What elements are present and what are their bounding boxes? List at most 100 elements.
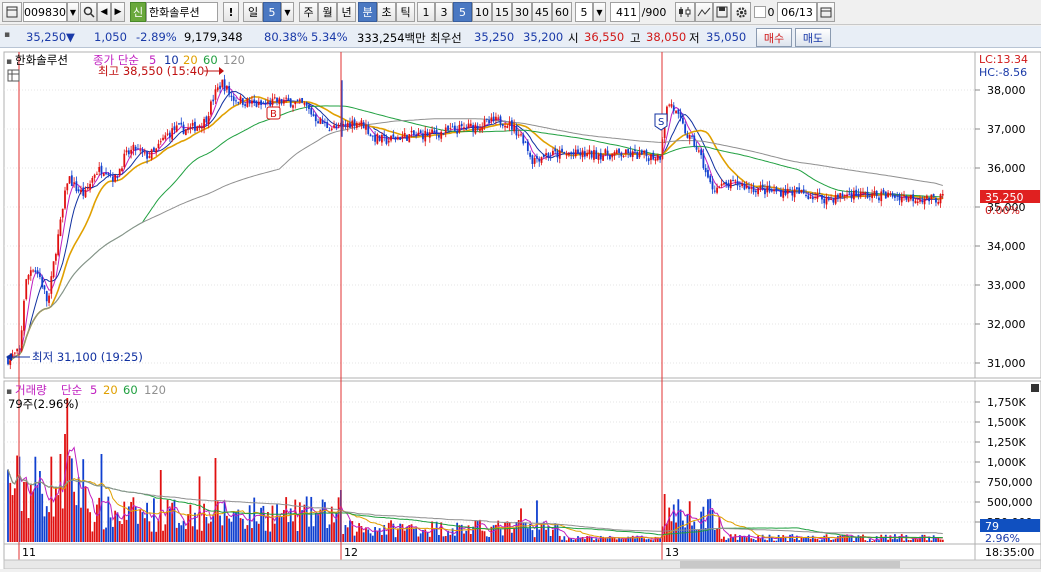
- candle-body: [900, 196, 903, 203]
- candle-body: [816, 193, 819, 199]
- interval-1-button[interactable]: 1: [417, 2, 435, 22]
- interval-30-button[interactable]: 30: [512, 2, 532, 22]
- candle-body: [764, 189, 766, 195]
- interval-45-button[interactable]: 45: [532, 2, 552, 22]
- candle-body: [91, 178, 94, 183]
- candle-body: [887, 192, 889, 198]
- volume-bar: [25, 481, 28, 542]
- interval-60-button[interactable]: 60: [552, 2, 572, 22]
- period-day-button[interactable]: 일: [243, 2, 263, 22]
- volume-bar: [884, 534, 887, 542]
- minute-button[interactable]: 분: [358, 2, 377, 22]
- volume-bar: [59, 454, 62, 542]
- candle-body: [770, 190, 773, 192]
- candle-body: [761, 184, 764, 188]
- candle-body: [292, 105, 294, 108]
- candle-body: [419, 130, 422, 134]
- volume-bar: [175, 527, 178, 542]
- candle-body: [522, 134, 525, 144]
- week-button[interactable]: 주: [299, 2, 318, 22]
- candle-body: [757, 188, 760, 195]
- volume-bar: [228, 518, 231, 542]
- volume-bar: [613, 538, 616, 542]
- volume-bar: [593, 540, 595, 542]
- volume-bar: [536, 500, 538, 542]
- candle-body: [704, 168, 707, 173]
- prev-stock-icon[interactable]: ◀: [97, 2, 111, 22]
- code-dropdown-icon[interactable]: ▼: [67, 2, 79, 22]
- price-tick-label: 32,000: [987, 318, 1026, 331]
- volume-bar: [314, 512, 317, 542]
- period-num-button[interactable]: 5: [263, 2, 281, 22]
- volume-bar: [668, 507, 671, 542]
- volume-bar: [173, 499, 176, 542]
- volume-bar: [868, 539, 871, 542]
- count-dropdown-icon[interactable]: ▼: [593, 2, 606, 22]
- volume-tick-label: 1,750K: [987, 396, 1026, 409]
- period-dropdown-icon[interactable]: ▼: [281, 2, 294, 22]
- volume-bar: [146, 502, 148, 542]
- candle-body: [896, 195, 899, 197]
- volume-bar: [784, 537, 787, 542]
- year-button[interactable]: 년: [337, 2, 356, 22]
- sell-button[interactable]: 매도: [795, 28, 831, 47]
- count-input[interactable]: 5: [575, 2, 593, 22]
- chart-area[interactable]: 38,000 37,000 36,000 35,000 34,000 33,000 32,0…: [0, 48, 1041, 570]
- candle-body: [618, 148, 620, 153]
- volume-bar: [764, 539, 766, 542]
- candle-body: [262, 102, 265, 104]
- second-button[interactable]: 초: [377, 2, 396, 22]
- gear-icon[interactable]: [731, 2, 751, 22]
- panel-table-icon[interactable]: [7, 69, 20, 82]
- candle-body: [36, 270, 39, 275]
- volume-bar: [563, 536, 566, 542]
- panel-close-icon[interactable]: [1031, 384, 1039, 392]
- candle-body: [267, 101, 269, 103]
- stock-code-input[interactable]: 009830: [23, 2, 67, 22]
- candle-body: [866, 191, 869, 198]
- candle-body: [253, 99, 256, 103]
- candle-body: [207, 115, 210, 124]
- chart-scrollbar-thumb[interactable]: [680, 561, 900, 568]
- volume-bar: [504, 522, 506, 542]
- calendar-icon[interactable]: [817, 2, 835, 22]
- volume-bar: [483, 531, 486, 542]
- candle-body: [257, 101, 260, 105]
- next-stock-icon[interactable]: ▶: [111, 2, 125, 22]
- volume-bar: [939, 539, 942, 542]
- volume-bar: [298, 502, 301, 542]
- volume-bar: [80, 507, 82, 542]
- volume-bar: [187, 514, 190, 542]
- tick-button[interactable]: 틱: [396, 2, 415, 22]
- chart-svg[interactable]: 38,00037,00036,00035,00034,00033,00032,0…: [0, 48, 1041, 570]
- volume-bar: [225, 515, 228, 542]
- month-button[interactable]: 월: [318, 2, 337, 22]
- buy-button[interactable]: 매수: [756, 28, 792, 47]
- volume-bar: [513, 528, 516, 542]
- candle-body: [146, 151, 148, 159]
- candle-body: [636, 151, 639, 159]
- candle-body: [916, 201, 919, 203]
- candle-body: [369, 134, 372, 137]
- interval-5-button[interactable]: 5: [453, 2, 472, 22]
- volume-bar: [736, 539, 739, 542]
- alert-button[interactable]: !: [223, 2, 239, 22]
- indicator-icon[interactable]: [695, 2, 713, 22]
- volume-bar: [798, 540, 801, 542]
- candle-body: [417, 132, 420, 136]
- candle-body: [303, 102, 306, 105]
- candle-type-icon[interactable]: [675, 2, 695, 22]
- bars-count-input[interactable]: 411: [610, 2, 640, 22]
- volume-bar: [896, 539, 899, 542]
- search-icon[interactable]: [80, 2, 97, 22]
- volume-bar: [219, 515, 221, 542]
- date-input[interactable]: 06/13: [777, 2, 817, 22]
- volume-bar: [66, 398, 69, 542]
- date-checkbox[interactable]: [754, 6, 766, 18]
- window-icon[interactable]: [2, 2, 22, 22]
- interval-15-button[interactable]: 15: [492, 2, 512, 22]
- interval-3-button[interactable]: 3: [435, 2, 453, 22]
- interval-10-button[interactable]: 10: [472, 2, 492, 22]
- candle-body: [25, 279, 28, 300]
- save-icon[interactable]: [713, 2, 731, 22]
